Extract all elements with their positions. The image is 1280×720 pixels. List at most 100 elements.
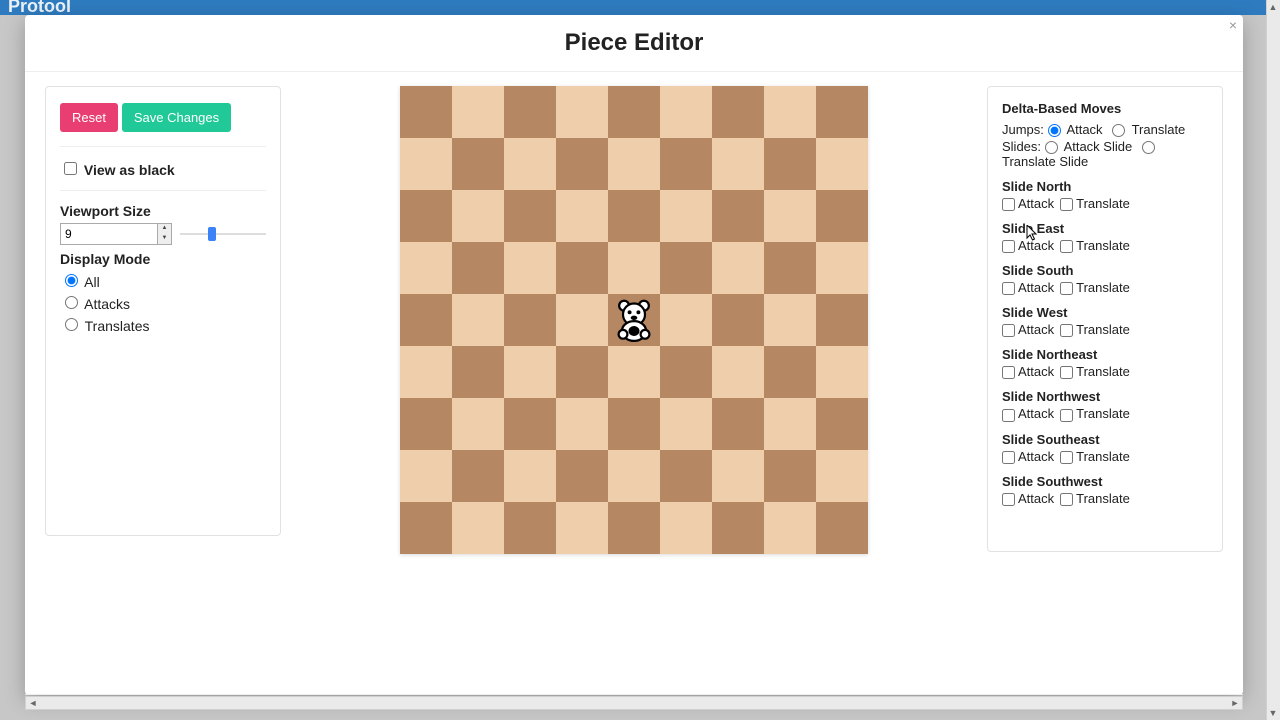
jumps-attack-radio[interactable] [1048,124,1061,137]
slide-slide-northwest-translate-checkbox[interactable] [1060,409,1073,422]
slide-slide-west-translate-checkbox[interactable] [1060,324,1073,337]
board-square[interactable] [452,138,504,190]
board-square[interactable] [556,294,608,346]
board-square[interactable] [608,398,660,450]
slide-slide-northwest-attack-checkbox[interactable] [1002,409,1015,422]
viewport-size-spinner[interactable]: ▲ ▼ [158,223,172,245]
display-mode-translates-radio[interactable] [65,318,78,331]
vertical-scrollbar[interactable]: ▲ ▼ [1266,0,1280,720]
board-square[interactable] [452,450,504,502]
reset-button[interactable]: Reset [60,103,118,132]
slide-slide-northeast-translate-checkbox[interactable] [1060,366,1073,379]
board-square[interactable] [400,242,452,294]
board-square[interactable] [816,294,868,346]
slide-slide-east-attack-checkbox[interactable] [1002,240,1015,253]
slide-slide-northeast-attack-checkbox[interactable] [1002,366,1015,379]
slide-slide-south-attack-checkbox[interactable] [1002,282,1015,295]
board-square[interactable] [660,346,712,398]
board-square[interactable] [608,242,660,294]
board-square[interactable] [608,86,660,138]
slider-thumb[interactable] [208,227,216,241]
board-square[interactable] [400,502,452,554]
scroll-down-icon[interactable]: ▼ [1267,706,1279,720]
board-square[interactable] [556,242,608,294]
board-square[interactable] [504,346,556,398]
board-square[interactable] [504,86,556,138]
spinner-down-icon[interactable]: ▼ [158,234,171,244]
board-square[interactable] [608,138,660,190]
board-square[interactable] [764,138,816,190]
board-square[interactable] [712,450,764,502]
board-square[interactable] [764,86,816,138]
board-square[interactable] [764,450,816,502]
board-square[interactable] [816,86,868,138]
spinner-up-icon[interactable]: ▲ [158,224,171,234]
viewport-size-input[interactable] [60,223,158,245]
slide-slide-west-attack-checkbox[interactable] [1002,324,1015,337]
board-square[interactable] [452,86,504,138]
slides-attack-radio[interactable] [1045,141,1058,154]
board-square[interactable] [816,502,868,554]
board-square[interactable] [400,86,452,138]
board-square[interactable] [452,502,504,554]
board-square[interactable] [400,190,452,242]
board-square[interactable] [712,398,764,450]
board-square[interactable] [400,346,452,398]
board-square[interactable] [816,242,868,294]
slide-slide-north-attack-checkbox[interactable] [1002,198,1015,211]
close-icon[interactable]: × [1229,17,1237,33]
board-square[interactable] [764,502,816,554]
board-square[interactable] [764,398,816,450]
board-square[interactable] [504,242,556,294]
board-square[interactable] [764,294,816,346]
board-square[interactable] [608,190,660,242]
board-square[interactable] [452,346,504,398]
board-square[interactable] [400,450,452,502]
board-square[interactable] [452,190,504,242]
horizontal-scrollbar[interactable]: ◄ ► [25,696,1243,710]
board-square[interactable] [816,190,868,242]
board-square[interactable] [504,398,556,450]
board-square[interactable] [556,190,608,242]
slide-slide-north-translate-checkbox[interactable] [1060,198,1073,211]
board-square[interactable] [556,398,608,450]
board-square[interactable] [608,294,660,346]
board-square[interactable] [764,190,816,242]
board-square[interactable] [816,138,868,190]
board-square[interactable] [452,294,504,346]
display-mode-all-radio[interactable] [65,274,78,287]
slide-slide-south-translate-checkbox[interactable] [1060,282,1073,295]
board-square[interactable] [556,450,608,502]
board-square[interactable] [712,294,764,346]
board-square[interactable] [504,190,556,242]
save-button[interactable]: Save Changes [122,103,231,132]
scroll-right-icon[interactable]: ► [1228,697,1242,709]
board-square[interactable] [660,450,712,502]
slides-translate-radio[interactable] [1142,141,1155,154]
board-square[interactable] [504,450,556,502]
board-square[interactable] [660,190,712,242]
board-square[interactable] [400,138,452,190]
slide-slide-southwest-translate-checkbox[interactable] [1060,493,1073,506]
slide-slide-southeast-attack-checkbox[interactable] [1002,451,1015,464]
chess-board[interactable] [400,86,868,554]
scroll-left-icon[interactable]: ◄ [26,697,40,709]
board-square[interactable] [400,294,452,346]
board-square[interactable] [712,242,764,294]
board-square[interactable] [556,86,608,138]
board-square[interactable] [504,502,556,554]
board-square[interactable] [504,138,556,190]
board-square[interactable] [608,346,660,398]
board-square[interactable] [712,86,764,138]
slide-slide-southwest-attack-checkbox[interactable] [1002,493,1015,506]
board-square[interactable] [712,190,764,242]
board-square[interactable] [816,346,868,398]
board-square[interactable] [712,138,764,190]
board-square[interactable] [660,138,712,190]
viewport-size-slider[interactable] [180,224,266,244]
board-square[interactable] [452,398,504,450]
board-square[interactable] [608,502,660,554]
board-square[interactable] [504,294,556,346]
board-square[interactable] [556,138,608,190]
view-as-black-checkbox[interactable] [64,162,77,175]
